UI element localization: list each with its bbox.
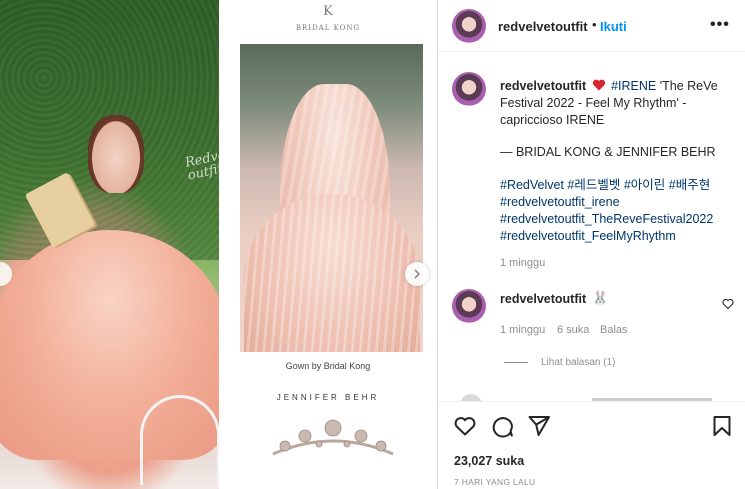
gown-photo [240,44,423,352]
post-caption: redvelvetoutfit #IRENE 'The ReVe Festiva… [500,78,736,129]
red-heart-emoji-icon [592,79,605,91]
comment-like-heart-icon[interactable] [722,298,734,310]
gown-caption: Gown by Bridal Kong [285,361,371,371]
separator-dot: • [592,17,597,32]
hashtag-irene[interactable]: #IRENE [611,79,656,93]
model-head [88,115,144,193]
rabbit-emoji: 🐰 [592,290,609,305]
avatar[interactable] [452,9,486,43]
caption-credit: — BRIDAL KONG & JENNIFER BEHR [500,145,716,159]
chevron-right-icon [414,269,421,279]
comment-icon[interactable] [490,414,514,438]
tiara-image [272,419,394,456]
view-replies-link[interactable]: Lihat balasan (1) [541,357,616,368]
post-header: redvelvetoutfit • Ikuti ••• [438,0,745,52]
gown-skirt [244,194,420,352]
view-replies-line [504,362,528,363]
white-fence [140,395,219,485]
brand-logo: K [323,4,333,19]
post-side-panel: redvelvetoutfit • Ikuti ••• redvelvetout… [437,0,745,489]
header-username[interactable]: redvelvetoutfit [498,19,588,34]
designer-name: JENNIFER BEHR [276,393,380,402]
share-icon[interactable] [527,414,551,438]
comment-time: 1 minggu [500,324,546,336]
post-actions: 23,027 suka 7 HARI YANG LALU [438,401,745,489]
caption-avatar[interactable] [452,72,486,106]
bookmark-icon[interactable] [710,414,734,438]
caption-username[interactable]: redvelvetoutfit [500,79,586,93]
comment-avatar[interactable] [452,289,486,323]
next-arrow-button[interactable] [405,262,429,286]
post-time: 7 HARI YANG LALU [454,477,536,487]
more-options-icon[interactable]: ••• [710,16,730,34]
like-count[interactable]: 23,027 suka [454,454,524,468]
comment-username[interactable]: redvelvetoutfit [500,292,586,306]
reply-button[interactable]: Balas [600,324,628,336]
like-heart-icon[interactable] [453,414,477,438]
brand-name: BRIDAL KONG [295,24,361,32]
caption-hashtags[interactable]: #RedVelvet #레드벨벳 #아이린 #배주현 #redvelvetout… [500,177,736,245]
photo-irene: Redvelvet outfit [0,0,219,489]
comment-likes[interactable]: 6 suka [557,324,589,336]
brand-card: K BRIDAL KONG Gown by Bridal Kong JENNIF… [219,0,437,489]
caption-time: 1 minggu [500,257,546,269]
post-media[interactable]: Redvelvet outfit K BRIDAL KONG Gown by B… [0,0,437,489]
follow-button[interactable]: Ikuti [600,19,627,34]
